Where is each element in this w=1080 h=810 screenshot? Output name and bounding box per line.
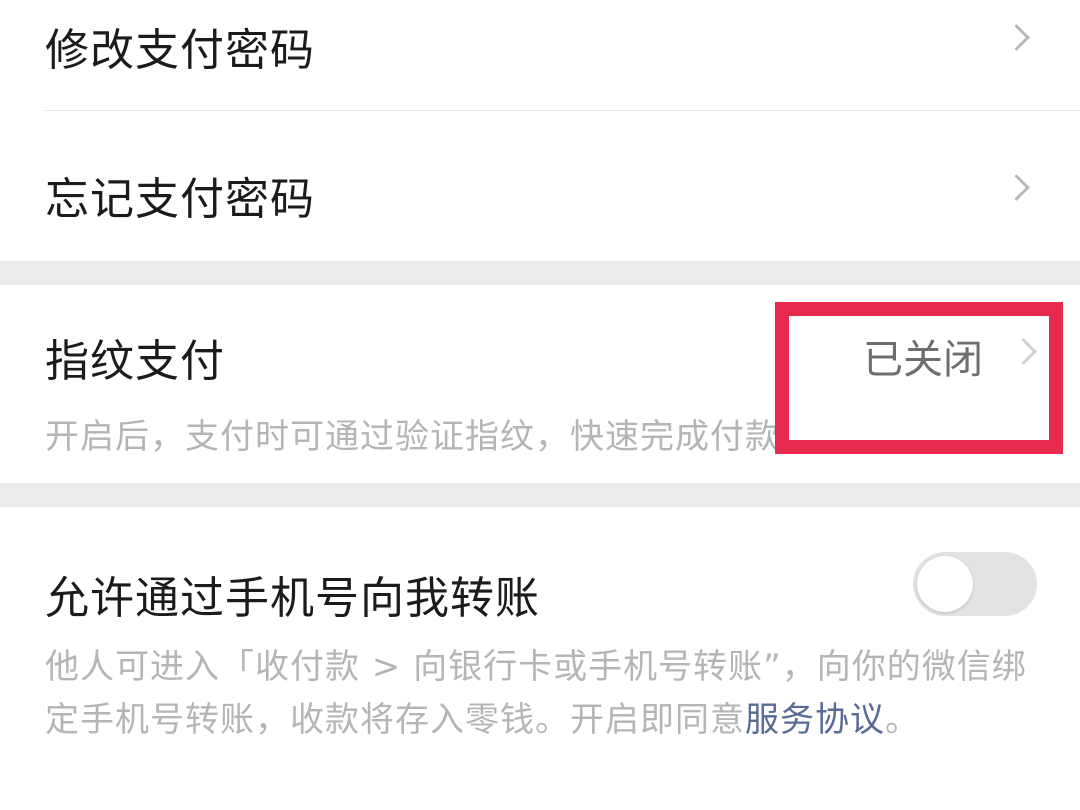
phone-transfer-toggle[interactable] xyxy=(913,552,1037,616)
fingerprint-payment-description: 开启后，支付时可通过验证指纹，快速完成付款。 xyxy=(45,417,815,457)
phone-transfer-description-end: 。 xyxy=(885,700,920,740)
section-gap xyxy=(0,261,1080,285)
fingerprint-payment-label: 指纹支付 xyxy=(45,336,225,387)
forgot-password-row[interactable]: 忘记支付密码 xyxy=(0,111,1080,261)
section-gap xyxy=(0,483,1080,507)
payment-settings-screen: 修改支付密码 忘记支付密码 指纹支付 开启后，支付时可通过验证指纹，快速完成付款… xyxy=(0,0,1080,810)
change-password-label: 修改支付密码 xyxy=(45,25,315,76)
chevron-right-icon xyxy=(1003,174,1030,201)
toggle-knob xyxy=(917,556,973,612)
service-agreement-link[interactable]: 服务协议 xyxy=(745,700,885,740)
change-password-row[interactable]: 修改支付密码 xyxy=(0,0,1080,110)
chevron-right-icon xyxy=(1003,24,1030,51)
highlight-annotation-box xyxy=(775,302,1063,454)
forgot-password-label: 忘记支付密码 xyxy=(45,174,315,225)
phone-transfer-label: 允许通过手机号向我转账 xyxy=(45,573,540,624)
phone-transfer-row: 允许通过手机号向我转账 他人可进入「收付款 > 向银行卡或手机号转账”，向你的微… xyxy=(0,507,1080,810)
phone-transfer-description: 他人可进入「收付款 > 向银行卡或手机号转账”，向你的微信绑定手机号转账，收款将… xyxy=(45,641,1035,747)
